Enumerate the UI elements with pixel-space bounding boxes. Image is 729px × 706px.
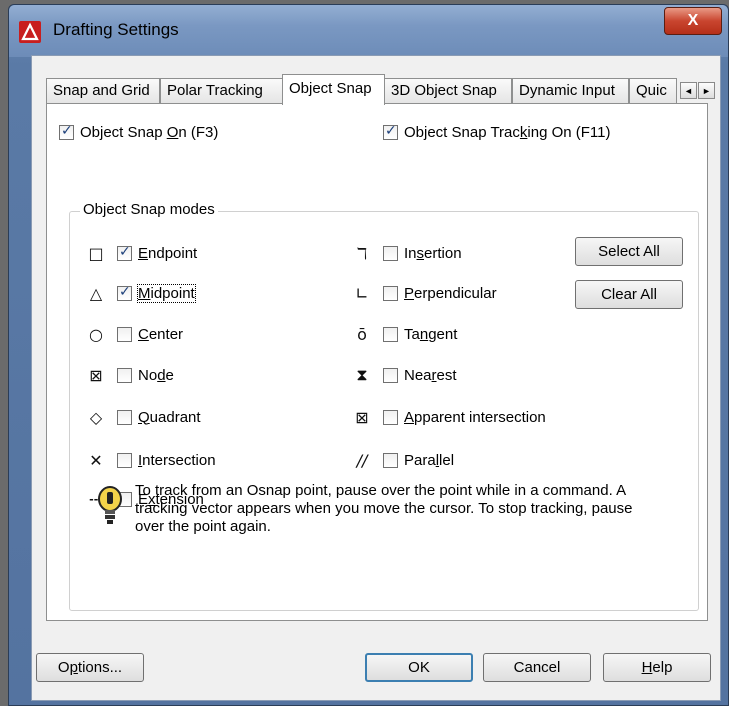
options-button[interactable]: Op tions... — [36, 653, 144, 682]
apparent-intersection-checkbox[interactable] — [383, 409, 398, 425]
autocad-app-icon — [19, 21, 41, 43]
parallel-icon: // — [356, 450, 368, 470]
parallel-label: Parallel — [404, 451, 455, 469]
tab-scroll-left-button[interactable]: ◄ — [680, 82, 697, 99]
tab-snap-and-grid[interactable]: Snap and Grid — [46, 78, 160, 104]
perpendicular-checkbox[interactable] — [383, 285, 398, 301]
mode-node[interactable]: ⊠ Node — [83, 364, 174, 386]
ok-button[interactable]: OK — [365, 653, 473, 682]
nearest-icon: ⧗ — [356, 365, 368, 384]
clear-all-button[interactable]: Clear All — [575, 280, 683, 309]
apparent-intersection-label: Apparent intersection — [404, 408, 546, 426]
arrow-right-icon: ► — [702, 85, 711, 96]
tangent-icon: ō — [357, 324, 367, 344]
mode-perpendicular[interactable]: ∟ Perpendicular — [349, 282, 497, 304]
object-snap-tracking-on-label: Object Snap Tracking On (F11) — [404, 124, 611, 141]
mode-apparent-intersection[interactable]: ⊠ Apparent intersection — [349, 406, 546, 428]
tracking-tip-text: To track from an Osnap point, pause over… — [135, 482, 633, 535]
center-label: Center — [138, 325, 184, 343]
mode-nearest[interactable]: ⧗ Nearest — [349, 364, 457, 386]
close-icon: X — [687, 12, 699, 29]
midpoint-icon: △ — [89, 283, 103, 303]
nearest-label: Nearest — [404, 366, 457, 384]
group-label: Object Snap modes — [80, 201, 218, 218]
window-title: Drafting Settings — [53, 20, 179, 39]
mode-tangent[interactable]: ō Tangent — [349, 323, 457, 345]
parallel-checkbox[interactable] — [383, 452, 398, 468]
lightbulb-icon — [98, 486, 122, 524]
checkbox-box[interactable] — [383, 123, 398, 140]
center-icon: ○ — [89, 324, 103, 344]
quadrant-icon: ◇ — [89, 407, 103, 427]
arrow-left-icon: ◄ — [684, 85, 693, 96]
perpendicular-label: Perpendicular — [404, 284, 497, 302]
object-snap-on-label: Object Snap On (F3) — [80, 124, 219, 141]
insertion-label: Insertion — [404, 244, 462, 262]
midpoint-checkbox[interactable] — [117, 284, 132, 301]
tab-3d-object-snap[interactable]: 3D Object Snap — [384, 78, 512, 104]
object-snap-on-checkbox[interactable]: Object Snap On (F3) — [59, 123, 219, 141]
node-label: Node — [138, 366, 174, 384]
tab-dynamic-input[interactable]: Dynamic Input — [512, 78, 629, 104]
mode-quadrant[interactable]: ◇ Quadrant — [83, 406, 201, 428]
mode-insertion[interactable]: ℸ Insertion — [349, 242, 462, 264]
node-icon: ⊠ — [89, 365, 103, 385]
tab-polar-tracking[interactable]: Polar Tracking — [160, 78, 283, 104]
object-snap-tracking-on-checkbox[interactable]: Object Snap Tracking On (F11) — [383, 123, 611, 141]
tab-scroll-right-button[interactable]: ► — [698, 82, 715, 99]
cancel-button[interactable]: Cancel — [483, 653, 591, 682]
tangent-checkbox[interactable] — [383, 326, 398, 342]
insertion-checkbox[interactable] — [383, 245, 398, 261]
help-button[interactable]: Help — [603, 653, 711, 682]
tab-object-snap[interactable]: Object Snap — [282, 74, 385, 105]
endpoint-label: Endpoint — [138, 244, 198, 262]
mode-intersection[interactable]: ✕ Intersection — [83, 449, 216, 471]
mode-endpoint[interactable]: □ Endpoint — [83, 242, 197, 264]
quadrant-checkbox[interactable] — [117, 409, 132, 425]
select-all-button[interactable]: Select All — [575, 237, 683, 266]
checkbox-box[interactable] — [59, 123, 74, 140]
tangent-label: Tangent — [404, 325, 458, 343]
nearest-checkbox[interactable] — [383, 367, 398, 383]
intersection-icon: ✕ — [89, 450, 103, 470]
apparent-intersection-icon: ⊠ — [355, 407, 369, 427]
tab-strip: Snap and Grid Polar Tracking Object Snap… — [46, 74, 716, 105]
node-checkbox[interactable] — [117, 367, 132, 383]
tab-quick-properties[interactable]: Quic — [629, 78, 677, 104]
midpoint-label: Midpoint — [137, 283, 196, 303]
intersection-label: Intersection — [138, 451, 216, 469]
endpoint-icon: □ — [88, 243, 104, 263]
quadrant-label: Quadrant — [138, 408, 201, 426]
center-checkbox[interactable] — [117, 326, 132, 342]
insertion-icon: ℸ — [356, 243, 368, 263]
dialog-window: Drafting Settings X Snap and Grid Polar … — [8, 4, 729, 706]
object-snap-page: Object Snap On (F3) Object Snap Tracking… — [46, 103, 708, 621]
intersection-checkbox[interactable] — [117, 452, 132, 468]
perpendicular-icon: ∟ — [355, 283, 369, 303]
title-bar[interactable]: Drafting Settings X — [9, 5, 728, 57]
mode-midpoint[interactable]: △ Midpoint — [83, 282, 196, 304]
endpoint-checkbox[interactable] — [117, 244, 132, 261]
mode-center[interactable]: ○ Center — [83, 323, 183, 345]
dialog-client: Snap and Grid Polar Tracking Object Snap… — [31, 55, 721, 701]
mode-parallel[interactable]: // Parallel — [349, 449, 454, 471]
close-button[interactable]: X — [664, 7, 722, 35]
